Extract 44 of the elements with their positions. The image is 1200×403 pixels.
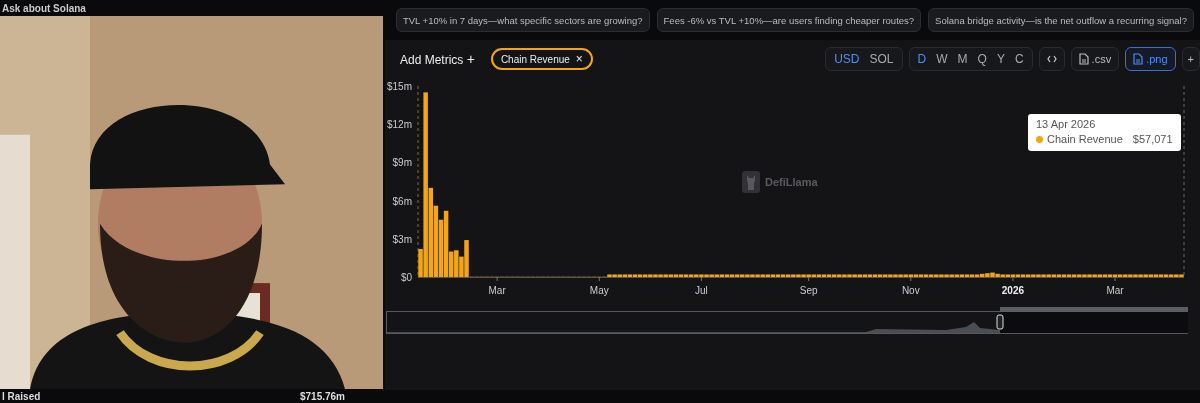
file-icon bbox=[1133, 53, 1144, 65]
series-value: $57,071 bbox=[1132, 133, 1173, 145]
metric-chip[interactable]: Chain Revenue × bbox=[490, 48, 593, 70]
axis-label: $9m bbox=[392, 157, 412, 169]
file-icon bbox=[1078, 53, 1089, 65]
axis-label: Mar bbox=[1106, 285, 1124, 296]
toggle-option[interactable]: Y bbox=[991, 49, 1010, 69]
add-button[interactable]: + bbox=[1181, 47, 1200, 71]
axis-label: Sep bbox=[799, 285, 818, 296]
range-slider[interactable] bbox=[386, 307, 1188, 334]
axis-label: $0 bbox=[400, 272, 412, 283]
toggle-option[interactable]: Q bbox=[972, 49, 992, 69]
series-name: Chain Revenue bbox=[1047, 133, 1123, 145]
axis-label: Nov bbox=[901, 285, 920, 296]
slider-handle[interactable] bbox=[996, 314, 1004, 330]
toggle-option[interactable]: SOL bbox=[864, 49, 899, 69]
axis-label: 2026 bbox=[1001, 285, 1025, 296]
add-metrics-button[interactable]: Add Metrics + bbox=[397, 47, 481, 71]
toggle-option[interactable]: C bbox=[1009, 49, 1029, 69]
toggle-option[interactable]: D bbox=[912, 49, 932, 69]
export-button[interactable]: .csv bbox=[1070, 47, 1120, 71]
ask-label: Ask about Solana bbox=[2, 3, 86, 15]
axis-label: Mar bbox=[488, 285, 506, 296]
llama-logo-icon bbox=[741, 170, 761, 194]
axis-label: May bbox=[589, 285, 609, 296]
axis-label: $3m bbox=[392, 233, 412, 245]
axis-label: Jul bbox=[695, 285, 708, 296]
axis-label: $15m bbox=[387, 81, 412, 92]
axis-label: $6m bbox=[392, 195, 412, 207]
stat-label: l Raised bbox=[1, 391, 41, 403]
stat-value: $715.76m bbox=[299, 391, 346, 403]
toggle-option[interactable]: M bbox=[952, 49, 973, 69]
toggle-option[interactable]: USD bbox=[829, 49, 865, 69]
code-icon bbox=[1046, 55, 1057, 63]
suggestion-chip[interactable]: Fees -6% vs TVL +10%—are users finding cheaper routes? bbox=[656, 8, 922, 32]
remove-icon[interactable]: × bbox=[575, 52, 583, 66]
axis-label: $12m bbox=[387, 119, 412, 131]
toggle-option[interactable]: W bbox=[931, 49, 953, 69]
suggestion-chip[interactable]: Solana bridge activity—is the net outflow a recurring signal? bbox=[928, 8, 1194, 32]
embed-button[interactable] bbox=[1038, 47, 1065, 71]
export-button[interactable]: .png bbox=[1125, 47, 1176, 71]
suggestion-chip[interactable]: TVL +10% in 7 days—what specific sectors are growing? bbox=[395, 8, 650, 32]
watermark-text: DefiLlama bbox=[765, 176, 818, 188]
tooltip-date: 13 Apr 2026 bbox=[1036, 118, 1097, 130]
